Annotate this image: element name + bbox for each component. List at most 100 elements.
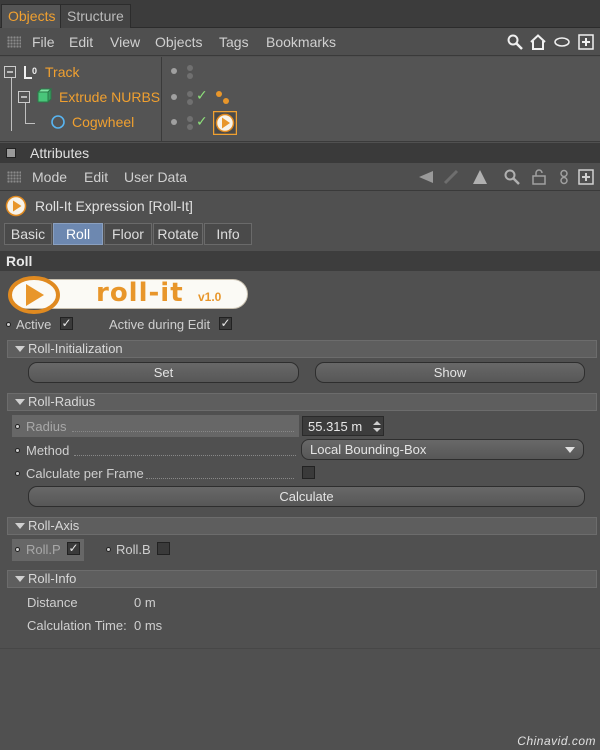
dotted-leader	[72, 431, 294, 432]
up-arrow-icon[interactable]	[472, 169, 488, 185]
set-button[interactable]: Set	[28, 362, 299, 383]
object-extrude-nurbs-label[interactable]: Extrude NURBS	[59, 89, 160, 105]
visibility-dot-editor[interactable]	[171, 68, 177, 74]
home-icon[interactable]	[530, 34, 546, 50]
roll-it-tag-icon[interactable]	[213, 111, 237, 135]
attributes-title: Attributes	[30, 145, 90, 161]
roll-it-logo-icon	[8, 276, 60, 314]
tab-objects[interactable]: Objects	[1, 4, 63, 28]
radius-label: Radius	[26, 419, 67, 434]
enabled-check-icon[interactable]: ✓	[196, 87, 208, 104]
dotted-leader	[146, 478, 294, 479]
search-icon[interactable]	[507, 34, 523, 50]
null-object-icon: 0	[24, 66, 37, 79]
stepper-arrows-icon[interactable]	[373, 421, 381, 432]
back-arrow-icon[interactable]	[418, 169, 434, 185]
roll-p-checkbox[interactable]: ✓	[67, 542, 80, 555]
method-dropdown[interactable]: Local Bounding-Box	[301, 439, 584, 460]
distance-value: 0 m	[134, 595, 156, 610]
animation-bullet-icon[interactable]	[15, 471, 20, 476]
collapse-toggle-icon[interactable]	[4, 66, 16, 78]
section-roll-header: Roll	[0, 251, 600, 271]
group-roll-info[interactable]: Roll-Info	[7, 570, 597, 588]
visibility-dot-render[interactable]	[187, 73, 193, 79]
roll-it-logo-version: v1.0	[198, 290, 222, 304]
group-roll-radius[interactable]: Roll-Radius	[7, 393, 597, 411]
calculation-time-value: 0 ms	[134, 618, 163, 633]
roll-p-label: Roll.P	[26, 542, 61, 557]
svg-text:0: 0	[32, 66, 37, 76]
link-icon[interactable]	[556, 169, 572, 185]
menu-tags[interactable]: Tags	[219, 28, 249, 56]
active-checkbox[interactable]: ✓	[60, 317, 73, 330]
menu-objects[interactable]: Objects	[155, 28, 202, 56]
tab-info[interactable]: Info	[204, 223, 252, 245]
roll-it-logo-text: roll-it	[96, 278, 184, 308]
menu-edit[interactable]: Edit	[69, 28, 93, 56]
object-cogwheel-label[interactable]: Cogwheel	[72, 114, 134, 130]
phong-tag-icon[interactable]	[214, 89, 232, 107]
menu-bookmarks[interactable]: Bookmarks	[266, 28, 336, 56]
forward-arrow-icon[interactable]	[443, 169, 459, 185]
visibility-dot-editor[interactable]	[171, 94, 177, 100]
active-label: Active	[16, 317, 52, 332]
menu-user-data[interactable]: User Data	[124, 163, 187, 191]
roll-b-label: Roll.B	[116, 542, 151, 557]
tab-structure[interactable]: Structure	[60, 4, 131, 28]
tab-basic[interactable]: Basic	[4, 223, 52, 245]
menu-view[interactable]: View	[110, 28, 140, 56]
search-icon[interactable]	[504, 169, 520, 185]
roll-it-expression-icon	[5, 195, 27, 217]
calculation-time-label: Calculation Time:	[27, 618, 127, 633]
method-label: Method	[26, 443, 70, 458]
cogwheel-spline-icon	[51, 115, 65, 129]
new-window-icon[interactable]	[578, 169, 594, 185]
distance-label: Distance	[27, 595, 78, 610]
visibility-dot-render[interactable]	[187, 99, 193, 105]
enabled-check-icon[interactable]: ✓	[196, 113, 208, 130]
object-title: Roll-It Expression [Roll-It]	[35, 198, 193, 214]
visibility-dot-editor[interactable]	[171, 119, 177, 125]
object-track-label[interactable]: Track	[45, 64, 79, 80]
grip-icon[interactable]	[7, 36, 21, 48]
visibility-dot-render[interactable]	[187, 65, 193, 71]
extrude-nurbs-icon	[36, 88, 52, 104]
collapse-toggle-icon[interactable]	[18, 91, 30, 103]
radius-input[interactable]: 55.315 m	[302, 416, 384, 436]
visibility-dot-render[interactable]	[187, 91, 193, 97]
animation-bullet-icon[interactable]	[15, 547, 20, 552]
dotted-leader	[74, 455, 296, 456]
lock-icon[interactable]	[531, 169, 547, 185]
animation-bullet-icon[interactable]	[15, 424, 20, 429]
animation-bullet-icon[interactable]	[6, 322, 11, 327]
calculate-per-frame-checkbox[interactable]	[302, 466, 315, 479]
group-roll-initialization[interactable]: Roll-Initialization	[7, 340, 597, 358]
tab-floor[interactable]: Floor	[104, 223, 152, 245]
new-window-icon[interactable]	[578, 34, 594, 50]
menu-mode[interactable]: Mode	[32, 163, 67, 191]
method-value: Local Bounding-Box	[310, 442, 427, 457]
tab-roll[interactable]: Roll	[53, 223, 103, 245]
menu-edit[interactable]: Edit	[84, 163, 108, 191]
animation-bullet-icon[interactable]	[15, 448, 20, 453]
attributes-header: Attributes	[0, 143, 600, 163]
calculate-per-frame-label: Calculate per Frame	[26, 466, 144, 481]
visibility-dot-render[interactable]	[187, 116, 193, 122]
menu-file[interactable]: File	[32, 28, 55, 56]
attributes-menubar: Mode Edit User Data	[0, 163, 600, 191]
tree-column-divider	[161, 57, 162, 142]
eye-icon[interactable]	[554, 34, 570, 50]
show-button[interactable]: Show	[315, 362, 585, 383]
visibility-dot-render[interactable]	[187, 124, 193, 130]
grip-icon[interactable]	[7, 171, 21, 183]
calculate-button[interactable]: Calculate	[28, 486, 585, 507]
group-roll-axis[interactable]: Roll-Axis	[7, 517, 597, 535]
active-during-edit-checkbox[interactable]: ✓	[219, 317, 232, 330]
tree-line	[25, 123, 35, 124]
panel-square-icon[interactable]	[6, 148, 16, 158]
animation-bullet-icon[interactable]	[106, 547, 111, 552]
active-during-edit-label: Active during Edit	[109, 317, 211, 332]
roll-b-checkbox[interactable]	[157, 542, 170, 555]
chevron-down-icon	[565, 447, 575, 453]
tab-rotate[interactable]: Rotate	[153, 223, 203, 245]
